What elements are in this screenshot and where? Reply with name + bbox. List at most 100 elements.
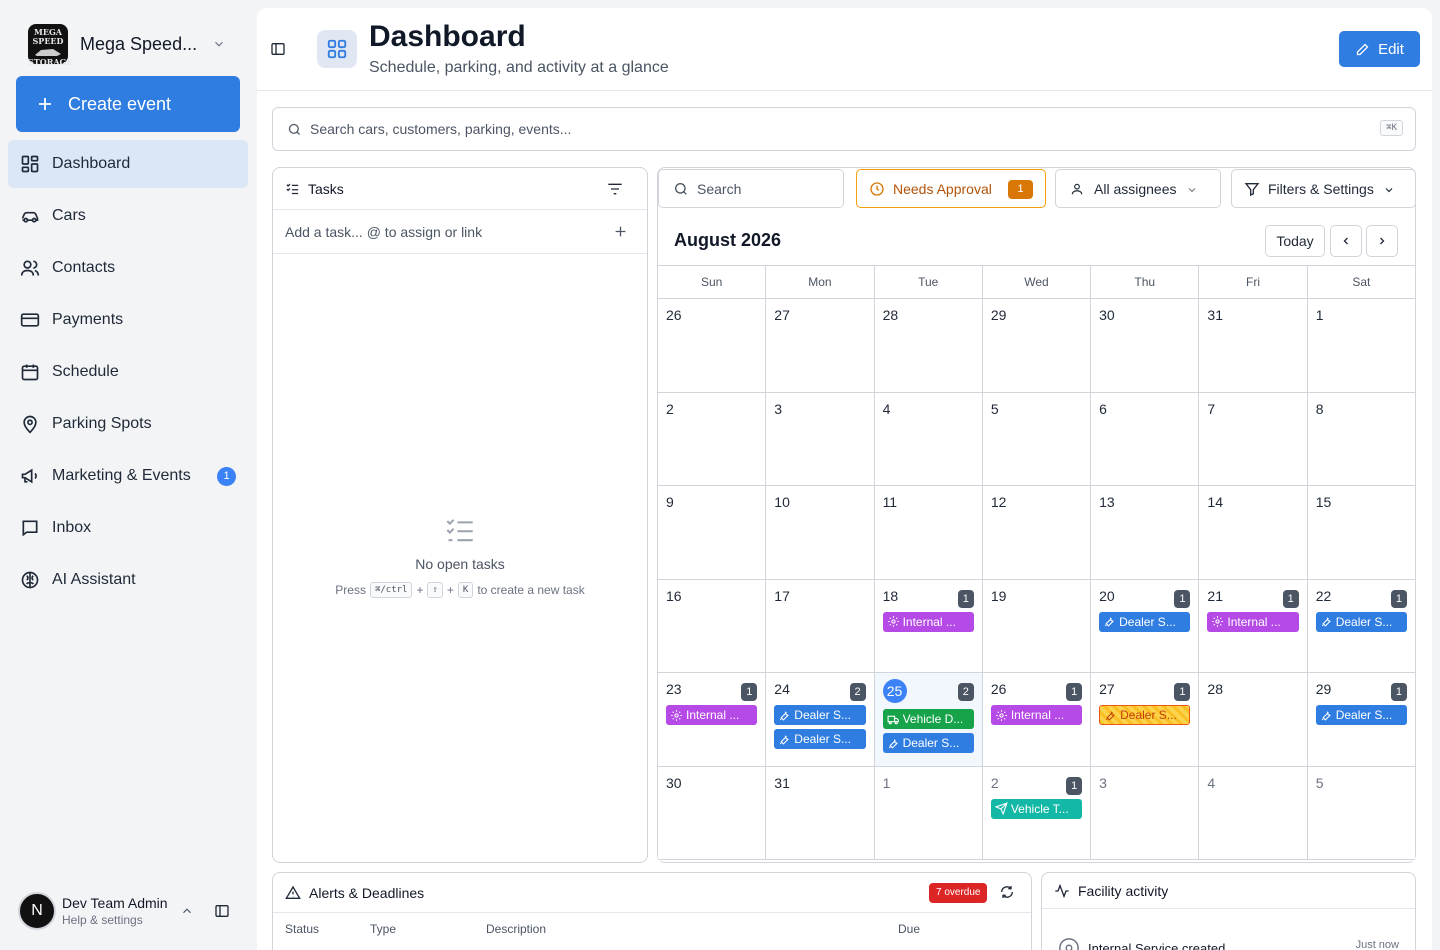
- calendar-day-cell[interactable]: 15: [1308, 486, 1415, 579]
- calendar-day-cell[interactable]: 1: [875, 766, 983, 859]
- sidebar-item-parking-spots[interactable]: Parking Spots: [8, 400, 248, 448]
- calendar-day-cell[interactable]: 26 1 Internal ...: [983, 673, 1092, 766]
- calendar-day-cell[interactable]: 13: [1091, 486, 1200, 579]
- calendar-day-cell[interactable]: 27 1 Dealer S...: [1091, 673, 1200, 766]
- inbox-icon: [22, 520, 38, 537]
- empty-hint: Press ⌘/ctrl + ⇧ + K to create a new tas…: [273, 582, 647, 598]
- calendar-day-cell[interactable]: 30: [1091, 299, 1200, 392]
- calendar-event-chip[interactable]: Dealer S...: [1315, 705, 1407, 725]
- contacts-icon: [20, 260, 40, 276]
- calendar-day-cell[interactable]: 2: [658, 392, 767, 485]
- calendar-day-cell[interactable]: 16: [658, 579, 767, 672]
- sidebar-item-dashboard[interactable]: Dashboard: [8, 140, 248, 188]
- calendar-day-cell[interactable]: 22 1 Dealer S...: [1308, 580, 1415, 673]
- prev-month-button[interactable]: [1330, 225, 1362, 257]
- column-header-type[interactable]: Type: [370, 922, 396, 936]
- next-month-button[interactable]: [1366, 225, 1398, 257]
- sidebar-item-marketing-events[interactable]: Marketing & Events 1: [8, 452, 248, 500]
- global-search-input[interactable]: Search cars, customers, parking, events.…: [272, 107, 1416, 151]
- sidebar-item-contacts[interactable]: Contacts: [8, 244, 248, 292]
- calendar-search-input[interactable]: Search: [658, 169, 844, 208]
- calendar-day-cell[interactable]: 9: [658, 486, 767, 579]
- edit-button[interactable]: Edit: [1339, 31, 1420, 67]
- calendar-day-cell[interactable]: 24 2 Dealer S... Dealer S...: [766, 673, 875, 766]
- today-button[interactable]: Today: [1265, 225, 1325, 257]
- sidebar-item-label: Contacts: [52, 259, 116, 276]
- calendar-day-cell[interactable]: 29 1 Dealer S...: [1308, 673, 1415, 766]
- activity-item[interactable]: Internal Service created: [1058, 937, 1225, 950]
- calendar-event-chip[interactable]: Dealer S...: [882, 733, 974, 753]
- brand-switcher[interactable]: MEGA SPEED STORAGE Mega Speed...: [28, 24, 223, 67]
- calendar-day-cell[interactable]: 14: [1199, 486, 1308, 579]
- calendar-day-cell[interactable]: 7: [1199, 392, 1308, 485]
- refresh-icon[interactable]: [999, 884, 1015, 900]
- sidebar-item-label: Marketing & Events: [52, 467, 191, 484]
- calendar-event-chip[interactable]: Dealer S...: [1099, 705, 1191, 725]
- calendar-event-chip[interactable]: Internal ...: [990, 705, 1083, 725]
- assignees-dropdown[interactable]: All assignees: [1055, 169, 1221, 208]
- calendar-day-cell[interactable]: 19: [983, 579, 1092, 672]
- calendar-day-cell[interactable]: 4: [875, 392, 983, 485]
- car-icon: [21, 211, 39, 223]
- calendar-event-chip[interactable]: Internal ...: [882, 611, 974, 632]
- column-header-status[interactable]: Status: [285, 922, 319, 936]
- calendar-day-cell[interactable]: 21 1 Internal ...: [1199, 579, 1308, 672]
- calendar-event-chip[interactable]: Internal ...: [1207, 611, 1299, 632]
- sidebar-toggle-icon[interactable]: [270, 41, 286, 57]
- calendar-event-chip[interactable]: Dealer S...: [1099, 611, 1191, 632]
- sidebar-item-payments[interactable]: Payments: [8, 296, 248, 344]
- day-number: 3: [774, 400, 783, 417]
- calendar-day-cell[interactable]: 5: [1308, 767, 1415, 860]
- calendar-day-cell[interactable]: 29: [983, 299, 1092, 392]
- kbd-key: K: [457, 582, 474, 598]
- calendar-day-cell[interactable]: 5: [983, 392, 1092, 485]
- calendar-day-cell[interactable]: 28: [1199, 673, 1308, 766]
- plus-icon[interactable]: [614, 225, 627, 238]
- calendar-day-cell[interactable]: 18 1 Internal ...: [875, 579, 983, 672]
- calendar-day-cell[interactable]: 10: [766, 486, 875, 579]
- calendar-day-cell[interactable]: 23 1 Internal ...: [658, 673, 767, 766]
- calendar-day-cell[interactable]: 4: [1199, 766, 1308, 859]
- sidebar-item-schedule[interactable]: Schedule: [8, 348, 248, 396]
- column-header-due[interactable]: Due: [898, 922, 920, 936]
- calendar-day-cell[interactable]: 27: [766, 299, 875, 392]
- calendar-day-cell[interactable]: 6: [1091, 392, 1200, 485]
- weekday-label: Sun: [658, 266, 767, 298]
- calendar-day-cell[interactable]: 2 1 Vehicle T...: [983, 766, 1092, 859]
- calendar-event-chip[interactable]: Dealer S...: [1315, 611, 1407, 632]
- calendar-day-cell[interactable]: 25 2 Vehicle D... Dealer S...: [874, 673, 983, 766]
- calendar-event-chip[interactable]: Vehicle T...: [990, 798, 1083, 819]
- calendar-event-chip[interactable]: Dealer S...: [774, 729, 866, 749]
- calendar-day-cell[interactable]: 1: [1308, 299, 1415, 392]
- sidebar-item-cars[interactable]: Cars: [8, 192, 248, 240]
- sidebar-item-ai-assistant[interactable]: AI Assistant: [8, 556, 248, 604]
- sidebar-collapse-icon[interactable]: [214, 903, 230, 919]
- calendar-day-cell[interactable]: 17: [766, 579, 875, 672]
- sidebar-item-inbox[interactable]: Inbox: [8, 504, 248, 552]
- calendar-event-chip[interactable]: Internal ...: [666, 705, 758, 725]
- assignees-label: All assignees: [1094, 180, 1177, 197]
- calendar-day-cell[interactable]: 31: [1199, 299, 1308, 392]
- calendar-day-cell[interactable]: 3: [766, 392, 875, 485]
- calendar-day-cell[interactable]: 3: [1091, 766, 1200, 859]
- event-label: Internal ...: [902, 614, 956, 629]
- user-menu[interactable]: N Dev Team Admin Help & settings: [18, 892, 248, 930]
- calendar-icon: [21, 364, 39, 381]
- calendar-event-chip[interactable]: Dealer S...: [774, 705, 866, 725]
- calendar-day-cell[interactable]: 30: [658, 766, 767, 859]
- calendar-day-cell[interactable]: 26: [658, 299, 767, 392]
- create-event-button[interactable]: Create event: [16, 76, 240, 132]
- calendar-day-cell[interactable]: 12: [983, 486, 1092, 579]
- filters-settings-dropdown[interactable]: Filters & Settings: [1231, 169, 1416, 208]
- calendar-day-cell[interactable]: 20 1 Dealer S...: [1091, 579, 1200, 672]
- column-header-description[interactable]: Description: [486, 922, 546, 936]
- add-task-input[interactable]: Add a task... @ to assign or link: [273, 210, 647, 254]
- calendar-event-chip[interactable]: Vehicle D...: [882, 709, 974, 729]
- needs-approval-button[interactable]: Needs Approval 1: [856, 169, 1046, 208]
- filter-lines-icon[interactable]: [607, 182, 623, 196]
- calendar-day-cell[interactable]: 28: [875, 299, 983, 392]
- calendar-day-cell[interactable]: 11: [875, 486, 983, 579]
- calendar-day-cell[interactable]: 8: [1308, 393, 1415, 486]
- user-info: Dev Team Admin Help & settings: [56, 895, 168, 927]
- calendar-day-cell[interactable]: 31: [766, 766, 875, 859]
